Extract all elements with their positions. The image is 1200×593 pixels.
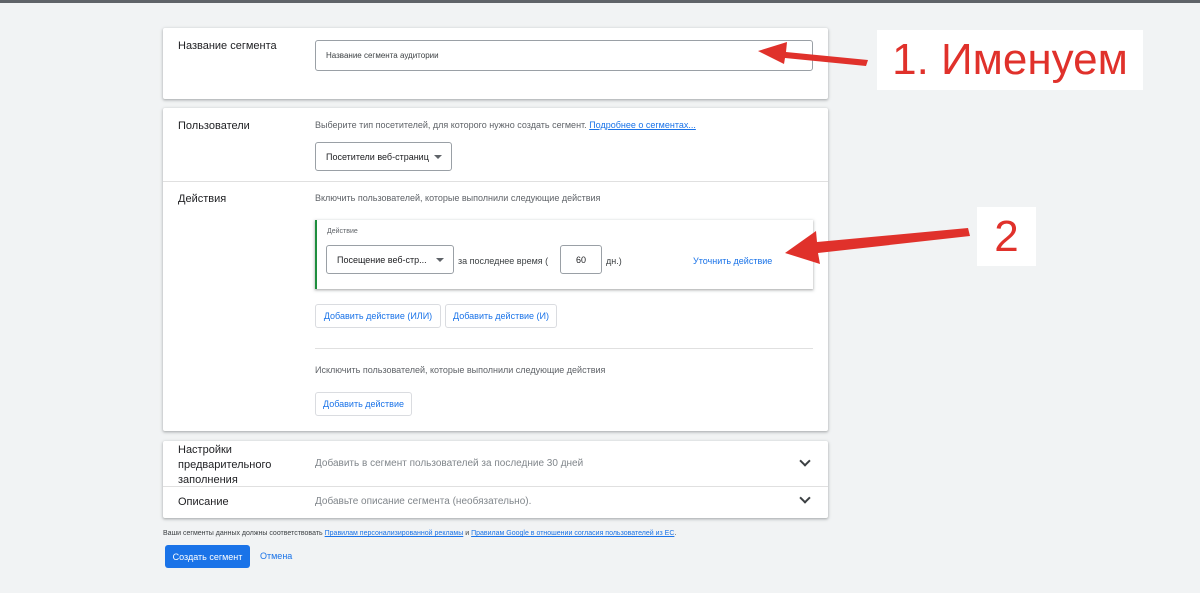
users-description: Выберите тип посетителей, для которого н…: [315, 120, 587, 130]
dropdown-caret-icon: [436, 258, 444, 262]
segment-name-label: Название сегмента: [178, 40, 277, 52]
add-action-or-button[interactable]: Добавить действие (ИЛИ): [315, 304, 441, 328]
add-action-and-button[interactable]: Добавить действие (И): [445, 304, 557, 328]
action-rule: Действие Посещение веб-стр... за последн…: [315, 220, 813, 289]
prefill-label: Настройки предварительного заполнения: [178, 444, 272, 486]
period-prefix: за последнее время (: [458, 256, 549, 266]
visitor-type-value: Посетители веб-страниц: [326, 151, 429, 162]
section-divider: [163, 181, 828, 182]
users-label: Пользователи: [178, 120, 250, 132]
users-description-line: Выберите тип посетителей, для которого н…: [315, 120, 696, 130]
exclude-divider: [315, 348, 813, 349]
actions-label: Действия: [178, 193, 227, 205]
prefill-value: Добавить в сегмент пользователей за посл…: [315, 458, 584, 469]
policy-and: и: [465, 530, 470, 537]
top-bar: [0, 0, 1200, 3]
exclude-text: Исключить пользователей, которые выполни…: [315, 365, 606, 375]
description-label: Описание: [178, 496, 229, 508]
callout-label-1: 1. Именуем: [877, 30, 1143, 90]
eu-consent-policy-link[interactable]: Правилам Google в отношении согласия пол…: [471, 530, 674, 537]
action-type-dropdown[interactable]: Посещение веб-стр...: [326, 245, 454, 274]
refine-action-link[interactable]: Уточнить действие: [693, 256, 772, 266]
days-input[interactable]: [560, 245, 602, 274]
include-text: Включить пользователей, которые выполнил…: [315, 193, 601, 203]
chevron-down-icon: [799, 492, 811, 504]
create-segment-button[interactable]: Создать сегмент: [165, 545, 250, 568]
prefill-row[interactable]: Настройки предварительного заполнения До…: [163, 441, 828, 486]
cancel-button[interactable]: Отмена: [260, 551, 292, 561]
description-row[interactable]: Описание Добавьте описание сегмента (нео…: [163, 487, 828, 518]
period-suffix: дн.): [606, 256, 622, 266]
segment-name-input[interactable]: [315, 40, 813, 71]
add-exclude-action-button[interactable]: Добавить действие: [315, 392, 412, 416]
learn-more-link[interactable]: Подробнее о сегментах...: [589, 120, 696, 130]
chevron-down-icon: [799, 455, 811, 467]
dropdown-caret-icon: [434, 155, 442, 159]
policy-prefix: Ваши сегменты данных должны соответствов…: [163, 530, 323, 537]
personalized-ads-policy-link[interactable]: Правилам персонализированной рекламы: [325, 530, 464, 537]
action-caption: Действие: [327, 228, 358, 235]
action-type-value: Посещение веб-стр...: [337, 254, 427, 265]
settings-card: Настройки предварительного заполнения До…: [163, 441, 828, 518]
policy-text: Ваши сегменты данных должны соответствов…: [163, 530, 677, 537]
description-value: Добавьте описание сегмента (необязательн…: [315, 496, 532, 507]
segment-name-card: Название сегмента: [163, 28, 828, 99]
callout-label-2: 2: [977, 207, 1036, 266]
visitor-type-dropdown[interactable]: Посетители веб-страниц: [315, 142, 452, 171]
users-actions-card: Пользователи Выберите тип посетителей, д…: [163, 108, 828, 431]
